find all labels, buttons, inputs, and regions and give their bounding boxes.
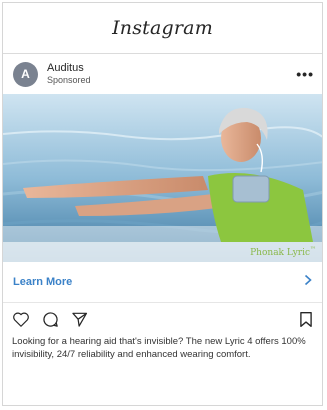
post-caption: Looking for a hearing aid that's invisib… [12, 336, 306, 360]
chevron-right-icon [304, 273, 312, 291]
bookmark-icon[interactable] [299, 311, 313, 328]
instagram-logo: Instagram [112, 17, 213, 39]
post-header: A Auditus Sponsored ••• [3, 54, 322, 94]
action-bar [3, 303, 322, 335]
heart-icon[interactable] [12, 311, 30, 328]
ad-image[interactable]: Phonak Lyric™ [3, 94, 322, 262]
account-info: Auditus Sponsored [47, 62, 91, 86]
sponsored-label: Sponsored [47, 75, 91, 85]
more-dots-icon[interactable]: ••• [296, 66, 314, 82]
ad-photo [3, 94, 322, 262]
brand-overlay: Phonak Lyric™ [250, 246, 316, 258]
learn-more-button[interactable]: Learn More [3, 262, 322, 303]
app-header: Instagram [3, 3, 322, 54]
account-name[interactable]: Auditus [47, 62, 91, 74]
comment-icon[interactable] [42, 311, 59, 328]
instagram-frame: Instagram A Auditus Sponsored ••• Phonak… [2, 2, 323, 406]
learn-more-label: Learn More [13, 276, 73, 288]
avatar[interactable]: A [13, 61, 38, 87]
share-icon[interactable] [71, 311, 88, 328]
